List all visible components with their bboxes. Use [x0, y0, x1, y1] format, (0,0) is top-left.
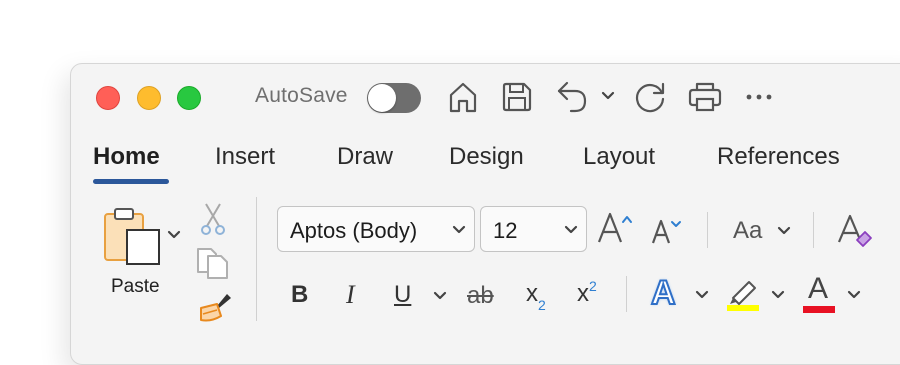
text-effects-chevron-icon[interactable] — [695, 290, 709, 300]
clipboard-icon[interactable] — [103, 206, 163, 266]
superscript-mark: 2 — [589, 278, 597, 294]
word-window: AutoSave Home Insert Draw Design Layout … — [70, 63, 900, 365]
autosave-toggle-knob — [368, 84, 396, 112]
font-color-icon[interactable]: A — [803, 274, 835, 313]
chevron-down-icon — [564, 222, 578, 240]
font-color-swatch — [803, 306, 835, 313]
font-color-chevron-icon[interactable] — [847, 290, 861, 300]
strikethrough-button[interactable]: ab — [467, 282, 494, 310]
zoom-window-button[interactable] — [177, 86, 201, 110]
subscript-button[interactable]: x2 — [526, 280, 546, 313]
paste-options-chevron-icon[interactable] — [167, 230, 181, 240]
home-icon[interactable] — [448, 80, 478, 114]
tab-home[interactable]: Home — [93, 143, 160, 171]
highlight-chevron-icon[interactable] — [771, 290, 785, 300]
group-separator — [813, 212, 814, 248]
italic-button[interactable]: I — [346, 280, 355, 310]
shrink-font-icon[interactable] — [651, 216, 685, 246]
minimize-window-button[interactable] — [137, 86, 161, 110]
save-icon[interactable] — [501, 81, 533, 113]
bold-button[interactable]: B — [291, 281, 308, 309]
redo-icon[interactable] — [634, 80, 668, 114]
superscript-base: x — [577, 280, 589, 307]
subscript-base: x — [526, 280, 538, 307]
highlight-color-swatch — [727, 305, 759, 311]
font-size-select[interactable]: 12 — [480, 206, 587, 252]
active-tab-indicator — [93, 179, 169, 184]
tab-design[interactable]: Design — [449, 143, 524, 171]
change-case-icon[interactable]: Aa — [733, 217, 762, 245]
text-effects-letter: A — [650, 273, 677, 313]
font-color-letter: A — [808, 272, 829, 305]
format-painter-icon[interactable] — [197, 290, 233, 322]
print-icon[interactable] — [688, 81, 722, 113]
undo-icon[interactable] — [555, 79, 589, 115]
underline-button[interactable]: U — [394, 281, 411, 309]
tab-references[interactable]: References — [717, 143, 840, 171]
cut-icon[interactable] — [200, 202, 226, 236]
highlighter-icon[interactable] — [727, 276, 761, 312]
group-separator — [256, 197, 257, 321]
autosave-toggle[interactable] — [367, 83, 421, 113]
change-case-chevron-icon[interactable] — [777, 226, 791, 236]
superscript-button[interactable]: x2 — [577, 278, 597, 308]
subscript-mark: 2 — [538, 297, 546, 313]
clear-formatting-icon[interactable] — [837, 212, 873, 248]
copy-icon[interactable] — [195, 246, 231, 280]
chevron-down-icon — [452, 222, 466, 240]
group-separator — [626, 276, 627, 312]
undo-dropdown-icon[interactable] — [601, 91, 615, 101]
change-case-label: Aa — [733, 217, 763, 244]
underline-chevron-icon[interactable] — [433, 291, 447, 301]
close-window-button[interactable] — [96, 86, 120, 110]
font-name-select[interactable]: Aptos (Body) — [277, 206, 475, 252]
tab-layout[interactable]: Layout — [583, 143, 655, 171]
paste-label[interactable]: Paste — [111, 276, 160, 298]
tab-insert[interactable]: Insert — [215, 143, 275, 171]
text-effects-icon[interactable]: A — [650, 273, 677, 313]
group-separator — [707, 212, 708, 248]
font-name-value: Aptos (Body) — [290, 218, 418, 243]
font-size-value: 12 — [493, 218, 518, 243]
grow-font-icon[interactable] — [597, 210, 635, 246]
autosave-label: AutoSave — [255, 84, 348, 107]
more-icon[interactable] — [745, 93, 773, 101]
tab-draw[interactable]: Draw — [337, 143, 393, 171]
